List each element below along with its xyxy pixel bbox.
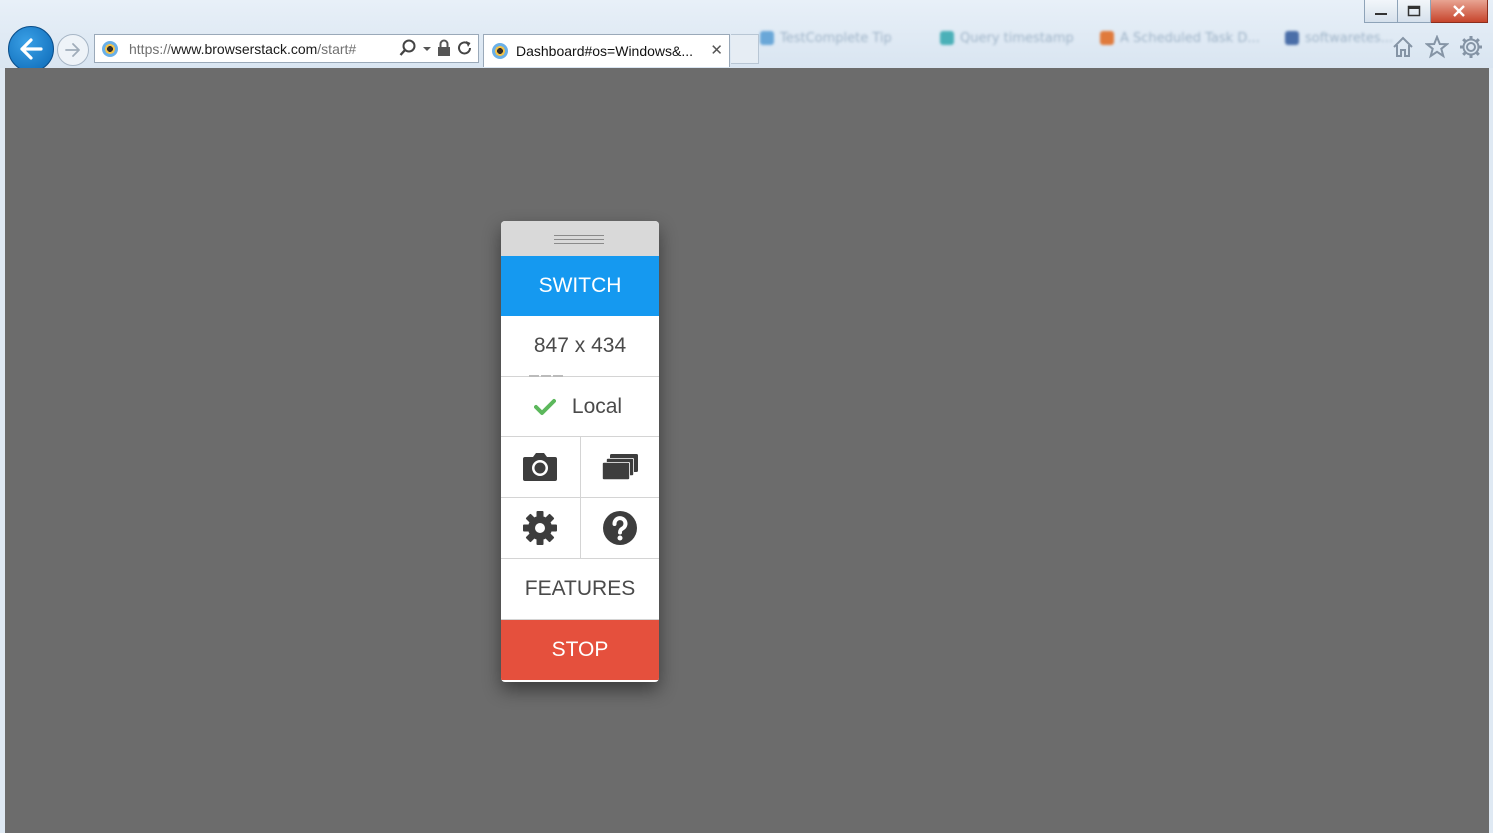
tab-favicon-icon [492, 43, 508, 59]
tab-title: Dashboard#os=Windows&... [516, 43, 694, 59]
close-icon [1453, 5, 1465, 17]
refresh-icon[interactable] [456, 39, 474, 57]
grip-line [554, 243, 604, 244]
drag-handle[interactable] [501, 221, 659, 256]
background-tab-label: Query timestamp [960, 30, 1074, 46]
camera-icon [523, 453, 558, 481]
favorites-star-icon[interactable] [1425, 35, 1449, 59]
close-tab-icon[interactable]: ✕ [710, 42, 723, 58]
local-testing-button[interactable]: Local [501, 377, 659, 437]
grip-line [554, 239, 604, 240]
settings-button[interactable] [501, 498, 580, 558]
background-tab-label: softwaretes... [1305, 30, 1394, 46]
remote-canvas[interactable] [5, 68, 1489, 833]
background-tabs: TestComplete Tip Query timestamp A Sched… [760, 28, 1393, 50]
site-favicon-icon [102, 41, 118, 57]
new-tab-button[interactable] [731, 34, 759, 64]
grip-line [554, 235, 604, 236]
background-tab-label: A Scheduled Task D... [1120, 30, 1260, 46]
resolution-text: 847 x 434 [533, 334, 627, 357]
arrow-left-icon [20, 38, 43, 60]
url-host: www.browserstack.com [171, 41, 318, 57]
arrow-right-icon [65, 43, 80, 57]
maximize-icon [1407, 5, 1421, 17]
browser-toolbar-icons [1391, 35, 1483, 59]
url-scheme: https:// [129, 41, 172, 57]
minimize-button[interactable] [1364, 0, 1398, 23]
window-frame [1489, 68, 1493, 833]
check-icon [533, 398, 556, 415]
gear-icon [523, 511, 558, 545]
stop-button[interactable]: STOP [501, 620, 659, 680]
settings-gear-icon[interactable] [1459, 35, 1483, 59]
search-icon[interactable] [399, 39, 417, 57]
gallery-icon [601, 454, 638, 480]
live-toolbar-panel: SWITCH 847 x 434 Local FEATURES STOP [501, 221, 659, 682]
lock-icon[interactable] [437, 39, 451, 57]
help-icon [602, 511, 637, 545]
switch-button[interactable]: SWITCH [501, 256, 659, 316]
browser-chrome: TestComplete Tip Query timestamp A Sched… [0, 0, 1493, 72]
tool-row [501, 498, 659, 559]
url-text[interactable]: https://www.browserstack.com/start# [129, 41, 356, 57]
local-label: Local [571, 394, 623, 418]
url-path: /start# [317, 41, 357, 57]
gallery-button[interactable] [579, 437, 660, 497]
background-tab[interactable]: softwaretes... [1285, 28, 1393, 48]
home-icon[interactable] [1391, 35, 1415, 59]
tab-active[interactable]: Dashboard#os=Windows&... ✕ [483, 34, 730, 67]
help-button[interactable] [579, 498, 660, 558]
tool-row [501, 437, 659, 498]
close-window-button[interactable] [1431, 0, 1488, 23]
minimize-icon [1375, 13, 1387, 15]
maximize-button[interactable] [1398, 0, 1431, 23]
background-tab[interactable]: TestComplete Tip [760, 28, 892, 48]
background-tab[interactable]: A Scheduled Task D... [1100, 28, 1260, 48]
resolution-button[interactable]: 847 x 434 [501, 316, 659, 377]
dropdown-arrow-icon[interactable] [422, 39, 432, 57]
address-bar[interactable]: https://www.browserstack.com/start# [94, 34, 479, 63]
background-tab[interactable]: Query timestamp [940, 28, 1074, 48]
forward-button[interactable] [57, 34, 89, 66]
screenshot-button[interactable] [501, 437, 580, 497]
features-button[interactable]: FEATURES [501, 559, 659, 620]
back-button[interactable] [8, 26, 54, 72]
background-tab-label: TestComplete Tip [780, 30, 892, 46]
window-controls [1364, 0, 1488, 23]
address-tools [399, 39, 474, 57]
